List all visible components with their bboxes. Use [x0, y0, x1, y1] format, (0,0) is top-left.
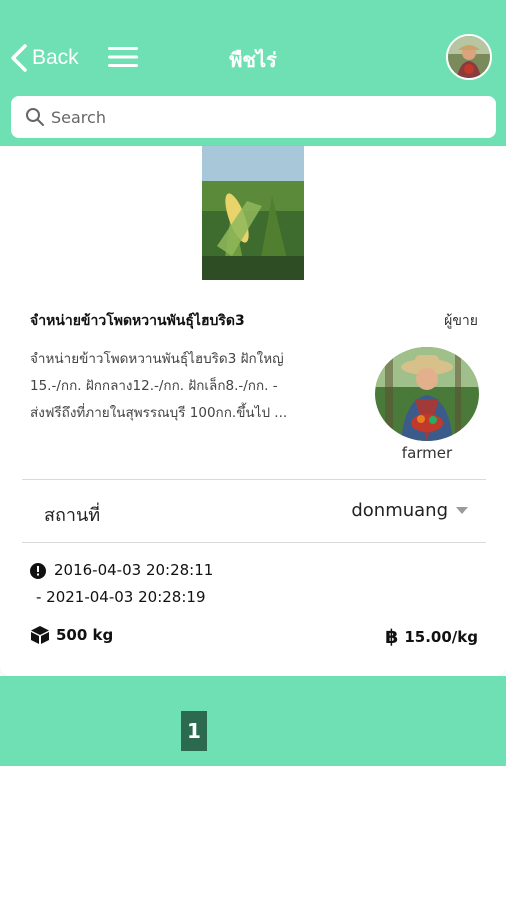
menu-icon[interactable]	[108, 46, 138, 68]
divider	[22, 542, 486, 543]
search-bar[interactable]	[11, 96, 496, 138]
description-line: 15.-/กก. ฝักกลาง12.-/กก. ฝักเล็ก8.-/กก. …	[30, 378, 278, 394]
caret-down-icon	[456, 507, 468, 514]
location-label: สถานที่	[44, 505, 101, 526]
product-card[interactable]: จำหน่ายข้าวโพดหวานพันธุ์ไฮบริด3 ผู้ขาย จ…	[0, 146, 506, 676]
baht-icon: ฿	[385, 626, 399, 648]
price: ฿ 15.00/kg	[385, 626, 478, 648]
back-label: Back	[32, 46, 79, 69]
app-header: Back พืชไร่	[0, 0, 506, 146]
product-title[interactable]: จำหน่ายข้าวโพดหวานพันธุ์ไฮบริด3	[30, 310, 245, 332]
search-input[interactable]	[51, 96, 481, 138]
divider	[22, 479, 486, 480]
seller-avatar[interactable]	[375, 347, 479, 441]
box-icon	[31, 626, 49, 644]
clock-icon	[30, 563, 46, 579]
avatar-photo-icon	[448, 36, 490, 78]
seller-name[interactable]: farmer	[375, 444, 479, 462]
user-avatar[interactable]	[446, 34, 492, 80]
location-value: donmuang	[351, 500, 448, 521]
seller-photo-icon	[375, 347, 479, 441]
description-line: ส่งฟรีถึงที่ภายในสุพรรณบุรี 100กก.ขึ้นไป…	[30, 405, 288, 421]
pagination-bar: 1	[0, 676, 506, 766]
price-value: 15.00/kg	[404, 628, 478, 646]
seller-label: ผู้ขาย	[444, 313, 478, 329]
chevron-left-icon	[11, 44, 27, 72]
date-start: 2016-04-03 20:28:11	[54, 561, 214, 579]
search-icon	[26, 108, 44, 126]
date-end: - 2021-04-03 20:28:19	[36, 588, 206, 606]
product-description: จำหน่ายข้าวโพดหวานพันธุ์ไฮบริด3 ฝักใหญ่ …	[30, 346, 370, 427]
page-button-1[interactable]: 1	[181, 711, 207, 751]
back-button[interactable]: Back	[10, 40, 79, 76]
location-dropdown[interactable]: donmuang	[351, 500, 468, 521]
description-line: จำหน่ายข้าวโพดหวานพันธุ์ไฮบริด3 ฝักใหญ่	[30, 351, 284, 367]
product-image[interactable]	[202, 146, 304, 280]
quantity: 500 kg	[56, 626, 114, 644]
